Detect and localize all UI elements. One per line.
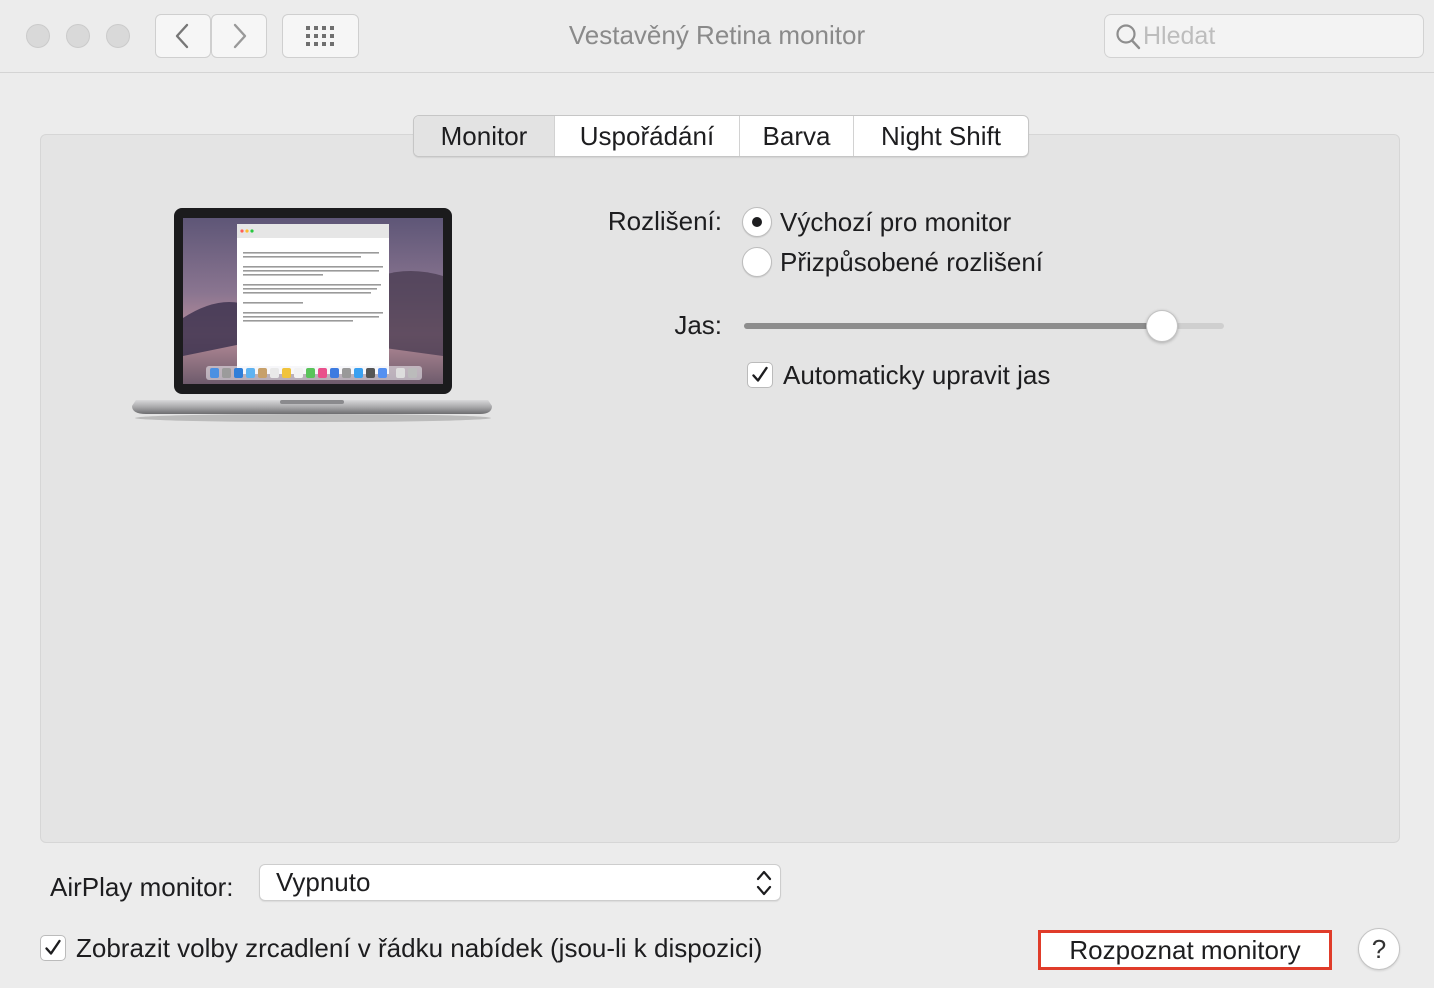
tab-arrangement[interactable]: Uspořádání bbox=[554, 116, 739, 156]
brightness-slider-knob[interactable] bbox=[1145, 310, 1178, 342]
tab-bar: Monitor Uspořádání Barva Night Shift bbox=[413, 115, 1029, 157]
radio-selected-dot bbox=[752, 217, 762, 227]
resolution-label: Rozlišení: bbox=[607, 206, 722, 236]
up-down-chevron-icon bbox=[756, 870, 772, 896]
tab-night-shift[interactable]: Night Shift bbox=[853, 116, 1028, 156]
airplay-label: AirPlay monitor: bbox=[50, 872, 234, 902]
airplay-select[interactable]: Vypnuto bbox=[259, 864, 781, 901]
mirroring-checkbox[interactable] bbox=[40, 935, 66, 961]
brightness-slider-fill bbox=[744, 323, 1162, 329]
checkmark-icon bbox=[45, 939, 61, 955]
macbook-illustration bbox=[132, 208, 492, 422]
search-icon bbox=[1116, 24, 1141, 50]
scaled-resolution-label: Přizpůsobené rozlišení bbox=[780, 247, 1044, 277]
radio-default-resolution[interactable] bbox=[742, 207, 772, 237]
help-button[interactable]: ? bbox=[1358, 928, 1400, 970]
radio-scaled-resolution[interactable] bbox=[742, 247, 772, 277]
tab-monitor[interactable]: Monitor bbox=[414, 116, 554, 156]
search-field[interactable] bbox=[1104, 14, 1424, 58]
detect-displays-button[interactable]: Rozpoznat monitory bbox=[1038, 930, 1332, 970]
brightness-label: Jas: bbox=[674, 310, 722, 340]
window-toolbar: Vestavěný Retina monitor bbox=[0, 0, 1434, 73]
checkmark-icon bbox=[752, 366, 768, 382]
tab-color[interactable]: Barva bbox=[739, 116, 853, 156]
airplay-select-value: Vypnuto bbox=[276, 867, 371, 897]
auto-brightness-label: Automaticky upravit jas bbox=[783, 360, 1051, 390]
auto-brightness-checkbox[interactable] bbox=[747, 362, 773, 388]
default-resolution-label: Výchozí pro monitor bbox=[780, 207, 1012, 237]
search-input[interactable] bbox=[1143, 15, 1413, 57]
mirroring-label: Zobrazit volby zrcadlení v řádku nabídek… bbox=[76, 933, 763, 963]
